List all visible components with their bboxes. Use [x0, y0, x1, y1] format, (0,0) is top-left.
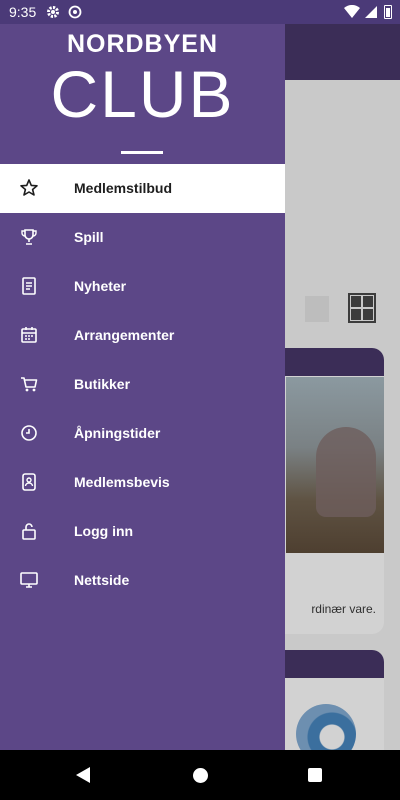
- status-bar: 9:35: [0, 0, 400, 24]
- menu-item-spill[interactable]: Spill: [0, 213, 285, 262]
- menu-item-label: Spill: [74, 229, 104, 245]
- offer-image: [286, 377, 384, 553]
- menu-item-label: Nyheter: [74, 278, 127, 294]
- badge-icon: [19, 472, 39, 492]
- drawer-menu: Medlemstilbud Spill Nyheter Arrangemente…: [0, 164, 285, 605]
- recents-icon[interactable]: [308, 768, 322, 782]
- at-sign-icon: [68, 5, 82, 22]
- brand-underline: [121, 151, 163, 154]
- offer-image: [296, 704, 356, 750]
- menu-item-label: Logg inn: [74, 523, 134, 539]
- grid-view-icon[interactable]: [348, 293, 376, 323]
- menu-item-logg-inn[interactable]: Logg inn: [0, 507, 285, 556]
- menu-item-label: Medlemsbevis: [74, 474, 170, 490]
- clock-icon: [19, 423, 39, 443]
- back-icon[interactable]: [76, 767, 90, 783]
- signal-icon: [364, 5, 378, 22]
- cart-icon: [19, 374, 39, 394]
- status-time: 9:35: [9, 4, 37, 20]
- brand-main: CLUB: [50, 57, 235, 131]
- trophy-icon: [19, 227, 39, 247]
- calendar-icon: [19, 325, 39, 345]
- menu-item-medlemsbevis[interactable]: Medlemsbevis: [0, 458, 285, 507]
- document-icon: [19, 276, 39, 296]
- system-navigation-bar: [0, 750, 400, 800]
- home-icon[interactable]: [193, 768, 208, 783]
- menu-item-label: Butikker: [74, 376, 131, 392]
- menu-item-label: Arrangementer: [74, 327, 175, 343]
- star-icon: [19, 178, 39, 198]
- battery-icon: [384, 5, 392, 19]
- brand-logo: NORDBYEN CLUB: [0, 24, 285, 164]
- list-view-toggle[interactable]: [305, 296, 329, 322]
- menu-item-arrangementer[interactable]: Arrangementer: [0, 311, 285, 360]
- monitor-icon: [19, 570, 39, 590]
- navigation-drawer: NORDBYEN CLUB Medlemstilbud Spill Nyhete…: [0, 24, 285, 750]
- menu-item-label: Åpningstider: [74, 425, 161, 441]
- wifi-icon: [344, 4, 360, 19]
- menu-item-nyheter[interactable]: Nyheter: [0, 262, 285, 311]
- lock-icon: [19, 521, 39, 541]
- menu-item-nettside[interactable]: Nettside: [0, 556, 285, 605]
- menu-item-butikker[interactable]: Butikker: [0, 360, 285, 409]
- menu-item-label: Nettside: [74, 572, 130, 588]
- gear-icon: [46, 5, 60, 22]
- brand-top: NORDBYEN: [66, 30, 219, 58]
- menu-item-label: Medlemstilbud: [74, 180, 173, 196]
- menu-item-medlemstilbud[interactable]: Medlemstilbud: [0, 164, 285, 213]
- menu-item-apningstider[interactable]: Åpningstider: [0, 409, 285, 458]
